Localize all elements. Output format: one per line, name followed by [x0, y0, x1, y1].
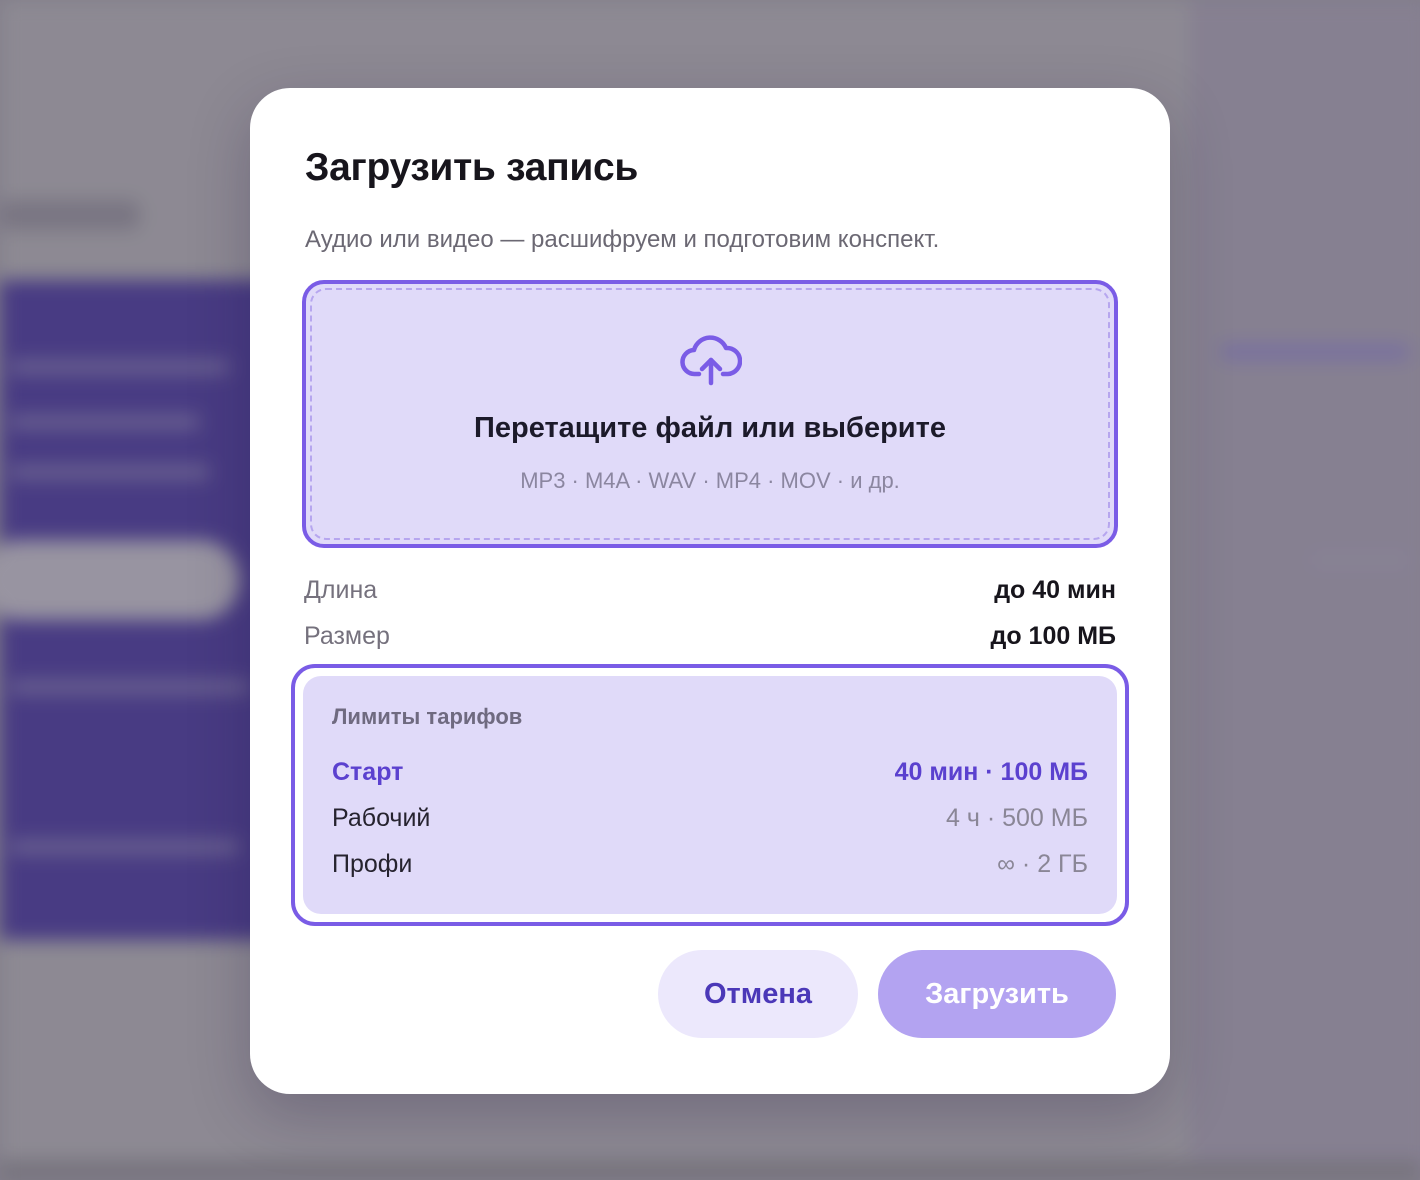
plan-name: Профи: [332, 850, 413, 878]
limit-row-size: Размер до 100 МБ: [304, 622, 1116, 651]
plan-row-start: Старт 40 мин · 100 МБ: [332, 758, 1088, 787]
limit-label: Длина: [304, 576, 378, 604]
cloud-upload-icon: [680, 335, 742, 386]
cancel-button[interactable]: Отмена: [658, 950, 858, 1038]
file-dropzone[interactable]: Перетащите файл или выберите MP3 · M4A ·…: [302, 280, 1118, 548]
limit-value: до 100 МБ: [990, 622, 1116, 650]
dialog-subtitle: Аудио или видео — расшифруем и подготови…: [305, 226, 940, 253]
plan-limits-card: Лимиты тарифов Старт 40 мин · 100 МБ Раб…: [291, 664, 1129, 926]
plan-limits-heading: Лимиты тарифов: [332, 704, 523, 729]
limit-row-length: Длина до 40 мин: [304, 576, 1116, 605]
dropzone-title: Перетащите файл или выберите: [474, 412, 946, 444]
limit-value: до 40 мин: [994, 576, 1116, 604]
upload-button[interactable]: Загрузить: [878, 950, 1116, 1038]
plan-limit: 4 ч · 500 МБ: [946, 804, 1088, 832]
plan-row-working: Рабочий 4 ч · 500 МБ: [332, 804, 1088, 833]
plan-limit: ∞ · 2 ГБ: [997, 850, 1088, 878]
limit-label: Размер: [304, 622, 390, 650]
plan-name: Рабочий: [332, 804, 431, 832]
dropzone-formats: MP3 · M4A · WAV · MP4 · MOV · и др.: [520, 468, 900, 493]
upload-dialog: Загрузить запись Аудио или видео — расши…: [250, 88, 1170, 1094]
dialog-title: Загрузить запись: [305, 146, 639, 189]
plan-name: Старт: [332, 758, 404, 786]
plan-row-pro: Профи ∞ · 2 ГБ: [332, 850, 1088, 879]
plan-limit: 40 мин · 100 МБ: [894, 758, 1088, 786]
